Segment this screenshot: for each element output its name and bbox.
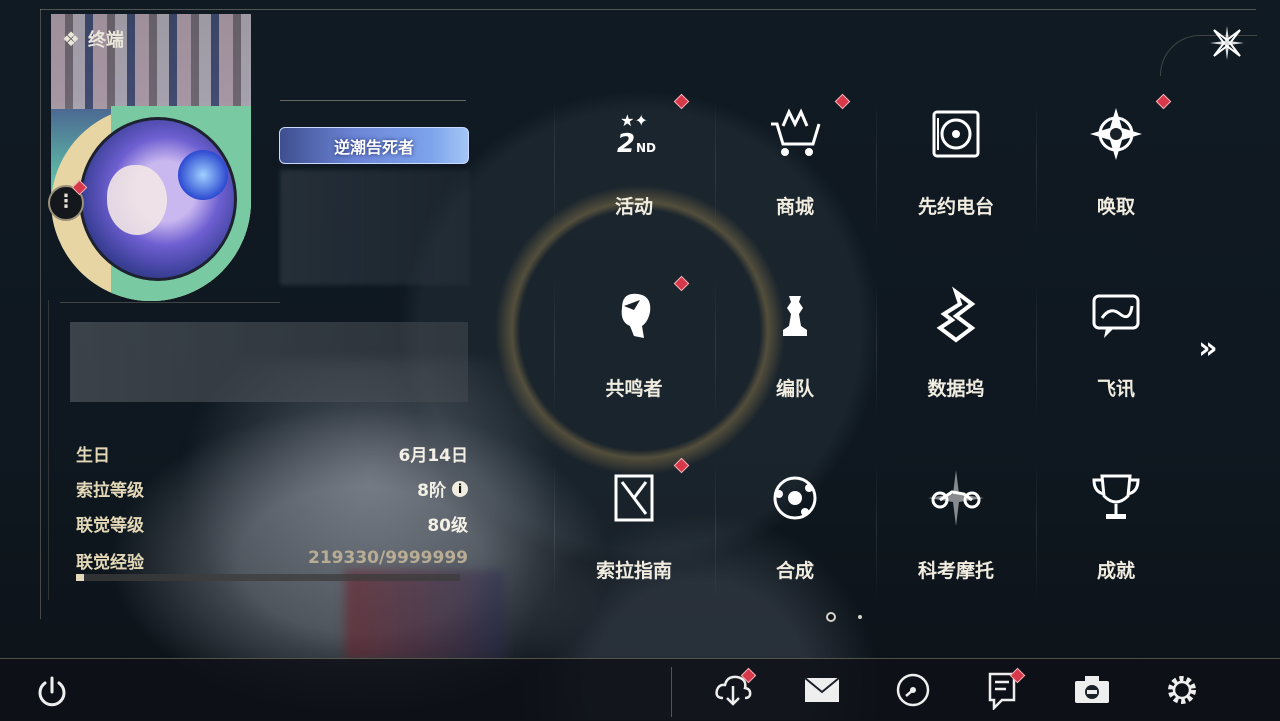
download-cloud-icon[interactable] <box>713 667 757 710</box>
exp-progress-fill <box>76 574 85 581</box>
info-icon[interactable]: i <box>452 480 468 497</box>
page-dot-active[interactable] <box>826 612 836 622</box>
grid-item-3[interactable]: 先约电台 <box>876 86 1036 246</box>
stat-row-union-level: 联觉等级 80级 <box>76 506 468 541</box>
stat-row-birthday: 生日 6月14日 <box>76 436 468 471</box>
bottom-divider <box>671 667 672 717</box>
grid-item-11[interactable]: 科考摩托 <box>876 450 1036 610</box>
grid-item-1[interactable]: ★✦ 2 ND 活动 <box>554 86 714 246</box>
grid-item-9[interactable]: 索拉指南 <box>554 450 714 610</box>
name-divider <box>280 100 466 101</box>
grid-item-4[interactable]: 唤取 <box>1036 86 1196 246</box>
avatar-flower <box>178 150 228 200</box>
stat-value: 6月14日 <box>398 446 469 466</box>
page-dot[interactable] <box>858 615 862 619</box>
grid-item-label: 活动 <box>614 196 653 218</box>
grid-item-7[interactable]: 数据坞 <box>876 268 1036 428</box>
stat-label: 生日 <box>76 446 110 466</box>
mail-icon[interactable] <box>802 670 842 710</box>
grid-item-label: 合成 <box>775 560 814 582</box>
avatar-face <box>107 165 167 235</box>
terminal-diamond-icon: ❖ <box>62 27 80 51</box>
card-divider <box>60 302 280 303</box>
grid-item-label: 共鸣者 <box>605 378 663 400</box>
page-indicator <box>826 612 862 622</box>
synthesis-ring-icon <box>765 468 825 528</box>
power-icon[interactable] <box>33 673 71 711</box>
grid-item-12[interactable]: 成就 <box>1036 450 1196 610</box>
stat-value-wrap: 8阶 i <box>417 476 468 501</box>
notification-badge <box>673 457 690 474</box>
grid-item-label: 唤取 <box>1096 196 1135 218</box>
notice-icon[interactable] <box>982 667 1026 712</box>
stat-value: 80级 <box>427 516 468 536</box>
page-title: ❖ 终端 <box>62 26 124 52</box>
grid-item-label: 飞讯 <box>1096 378 1135 400</box>
notification-badge <box>673 275 690 292</box>
data-bank-icon <box>926 286 986 346</box>
page-title-text: 终端 <box>87 30 124 51</box>
exp-label: 联觉经验 <box>76 553 144 573</box>
trophy-icon <box>1086 468 1146 528</box>
guide-book-icon <box>604 468 664 528</box>
stat-value: 8阶 <box>417 481 446 501</box>
notification-badge <box>673 93 690 110</box>
title-badge[interactable]: 逆潮告死者 <box>279 127 469 164</box>
grid-item-label: 商城 <box>775 196 814 218</box>
grid-item-label: 成就 <box>1096 560 1135 582</box>
player-name-blurred <box>280 170 470 285</box>
signature-blurred[interactable] <box>70 322 468 402</box>
grid-item-label: 索拉指南 <box>595 560 672 582</box>
grid-item-label: 编队 <box>775 378 814 400</box>
frame-line-top <box>40 9 1256 10</box>
exp-progress-bar <box>76 574 460 581</box>
avatar[interactable] <box>79 117 237 281</box>
camera-icon[interactable] <box>1072 670 1112 710</box>
exp-row: 联觉经验 219330/9999999 <box>76 548 468 573</box>
clock-icon[interactable] <box>893 670 933 710</box>
frame-line-left-inner <box>48 300 49 600</box>
radio-record-icon <box>926 104 986 164</box>
grid-item-label: 先约电台 <box>917 196 994 218</box>
grid-item-2[interactable]: 商城 <box>715 86 875 246</box>
resonator-head-icon <box>604 286 664 346</box>
grid-item-6[interactable]: 编队 <box>715 268 875 428</box>
shop-crown-cart-icon <box>765 104 825 164</box>
grid-item-8[interactable]: 飞讯 <box>1036 268 1196 428</box>
character-cloak <box>345 570 505 660</box>
team-chess-icon <box>765 286 825 346</box>
event-2nd-icon: ★✦ 2 ND <box>604 104 664 164</box>
notification-badge <box>834 93 851 110</box>
stat-row-sol-level: 索拉等级 8阶 i <box>76 471 468 506</box>
message-chat-icon <box>1086 286 1146 346</box>
frame-line-left <box>40 9 41 619</box>
svg-text:ND: ND <box>636 141 656 155</box>
grid-item-10[interactable]: 合成 <box>715 450 875 610</box>
stat-label: 索拉等级 <box>76 481 144 501</box>
title-badge-label: 逆潮告死者 <box>333 137 414 157</box>
svg-text:2: 2 <box>617 129 635 159</box>
motorcycle-icon <box>926 468 986 528</box>
grid-item-label: 科考摩托 <box>917 560 994 582</box>
stat-label: 联觉等级 <box>76 516 144 536</box>
next-page-chevron-icon[interactable]: » <box>1193 334 1223 364</box>
notification-badge <box>1155 93 1172 110</box>
convene-compass-icon <box>1086 104 1146 164</box>
profile-stats: 生日 6月14日 索拉等级 8阶 i 联觉等级 80级 <box>76 436 468 541</box>
close-icon[interactable] <box>1208 24 1246 62</box>
grid-item-label: 数据坞 <box>927 378 985 400</box>
exp-value: 219330/9999999 <box>308 548 468 568</box>
settings-gear-icon[interactable] <box>1162 670 1202 710</box>
svg-text:★✦: ★✦ <box>620 111 648 130</box>
grid-item-5[interactable]: 共鸣者 <box>554 268 714 428</box>
